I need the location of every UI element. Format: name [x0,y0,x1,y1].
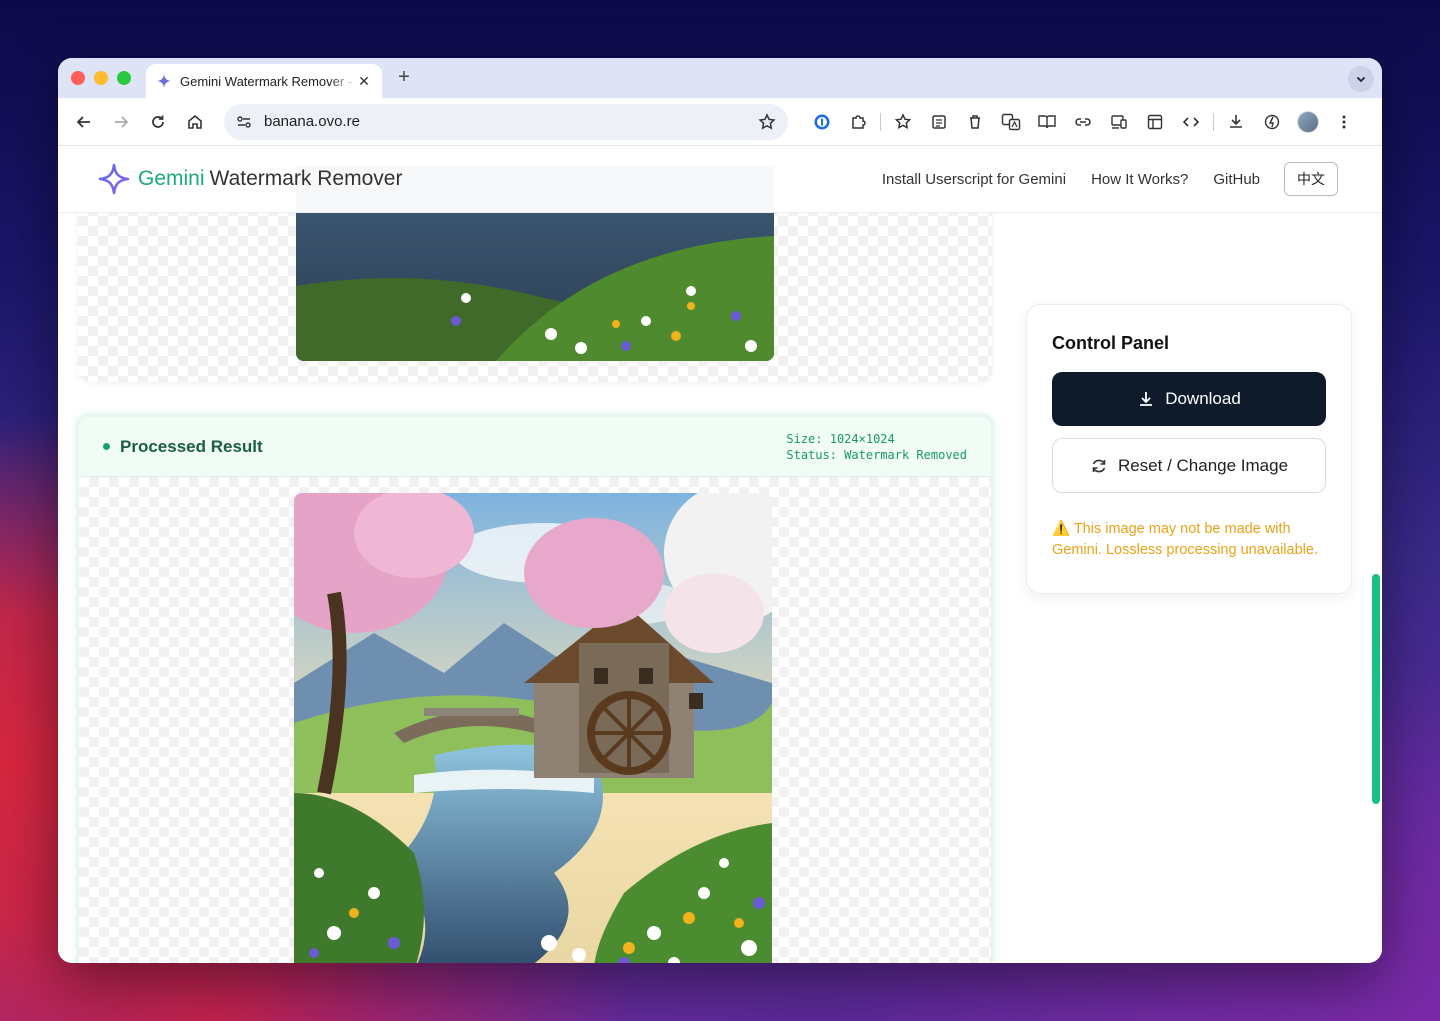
window-controls [71,71,131,85]
url-text[interactable]: banana.ovo.re [264,113,758,130]
tab-strip: Gemini Watermark Remover - Gemini Waterm… [58,58,1382,98]
code-icon[interactable] [1173,106,1209,138]
reset-label: Reset / Change Image [1117,455,1289,475]
control-panel-title: Control Panel [1052,333,1170,353]
language-toggle-button[interactable]: 中文 [1284,162,1338,196]
download-icon [1140,392,1153,406]
download-label: Download [1165,389,1241,408]
arrow-right-icon [115,115,129,128]
brand-name-rest: Watermark Remover [209,167,403,190]
extensions-area [804,106,1362,138]
page-viewport: Processed Result Size: 1024×1024 Status:… [58,146,1382,963]
download-button[interactable]: Download [1052,372,1326,426]
password-manager-icon[interactable] [804,106,840,138]
profile-avatar[interactable] [1290,106,1326,138]
minimize-window-button[interactable] [94,71,108,85]
sparkle-icon [98,163,130,195]
refresh-icon [1092,459,1106,472]
brand-logo[interactable]: Gemini Watermark Remover [98,163,402,195]
brand-name-gemini: Gemini [138,167,205,190]
close-tab-icon[interactable]: ✕ [356,73,372,90]
puzzle-extension-icon[interactable] [840,106,876,138]
download-icon[interactable] [1218,106,1254,138]
image-size: Size: 1024×1024 [786,431,895,446]
result-title: Processed Result [120,436,263,456]
image-status: Status: Watermark Removed [786,447,967,462]
tab-title: Gemini Watermark Remover - Gemini Waterm… [180,73,356,89]
page-scrollbar[interactable] [1372,574,1380,804]
processed-result-card: Processed Result Size: 1024×1024 Status:… [76,414,994,963]
back-button[interactable] [68,106,100,138]
trash-icon[interactable] [957,106,993,138]
bookmark-star-icon[interactable] [758,112,776,131]
translate-icon[interactable] [993,106,1029,138]
result-image-area [79,477,991,963]
chevron-down-icon [1356,76,1366,83]
performance-icon[interactable] [1254,106,1290,138]
maximize-window-button[interactable] [117,71,131,85]
tab-active[interactable]: Gemini Watermark Remover - Gemini Waterm… [146,64,382,98]
home-icon [188,114,202,129]
more-menu-icon[interactable] [1326,106,1362,138]
toolbar-divider [1213,112,1214,131]
site-header: Gemini Watermark Remover Install Userscr… [58,146,1382,213]
processed-image [294,493,772,963]
close-window-button[interactable] [71,71,85,85]
devices-icon[interactable] [1101,106,1137,138]
book-icon[interactable] [1029,106,1065,138]
reset-button[interactable]: Reset / Change Image [1052,438,1326,493]
status-dot [103,443,110,450]
browser-toolbar: banana.ovo.re [58,98,1382,146]
forward-button[interactable] [105,106,137,138]
reload-icon [152,115,164,128]
home-button[interactable] [179,106,211,138]
new-tab-button[interactable]: + [394,66,414,89]
browser-window: Gemini Watermark Remover - Gemini Waterm… [58,58,1382,963]
layout-icon[interactable] [1137,106,1173,138]
site-settings-icon[interactable] [236,114,252,130]
control-panel: Control Panel Download Reset / Change Im… [1026,304,1352,594]
arrow-left-icon [76,115,90,128]
nav-github[interactable]: GitHub [1213,171,1260,188]
link-icon[interactable] [1065,106,1101,138]
sparkle-icon [157,74,171,88]
result-header: Processed Result Size: 1024×1024 Status:… [79,417,991,477]
warning-message: ⚠️ This image may not be made with Gemin… [1052,521,1318,558]
reader-list-icon[interactable] [921,106,957,138]
reload-button[interactable] [142,106,174,138]
star-list-icon[interactable] [885,106,921,138]
toolbar-divider [880,112,881,131]
site-nav: Install Userscript for Gemini How It Wor… [857,162,1338,196]
address-bar[interactable]: banana.ovo.re [224,103,788,140]
nav-install-userscript[interactable]: Install Userscript for Gemini [882,171,1066,188]
nav-how-it-works[interactable]: How It Works? [1091,171,1188,188]
tab-search-button[interactable] [1348,66,1374,92]
result-meta: Size: 1024×1024 Status: Watermark Remove… [786,431,967,463]
